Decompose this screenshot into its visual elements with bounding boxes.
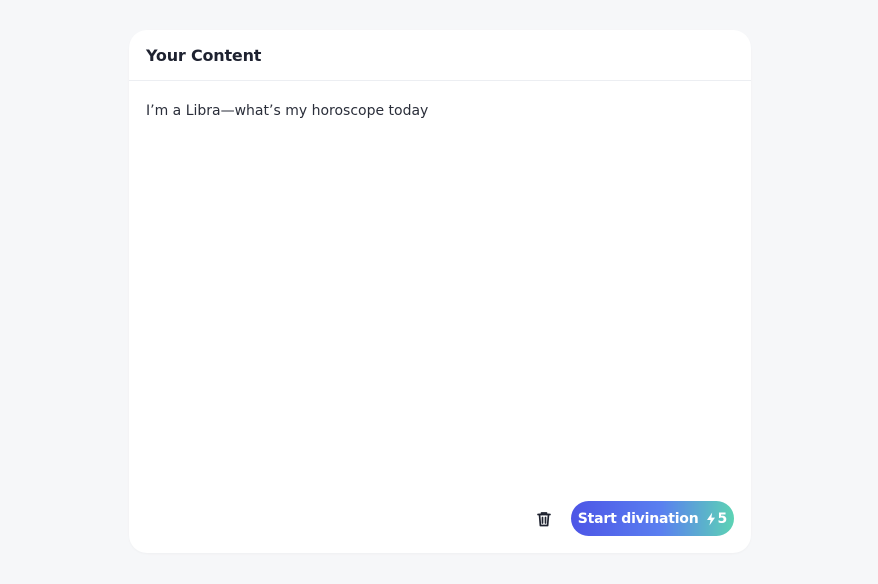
start-divination-label: Start divination (577, 510, 699, 527)
content-panel: Your Content I’m a Libra—what’s my horos… (129, 30, 751, 553)
panel-title: Your Content (146, 45, 262, 65)
trash-icon (537, 512, 551, 527)
cost-badge: 5 (706, 510, 728, 527)
cost-value: 5 (717, 510, 728, 527)
start-divination-button[interactable]: Start divination 5 (571, 501, 734, 536)
panel-header: Your Content (129, 30, 751, 81)
content-input[interactable]: I’m a Libra—what’s my horoscope today (146, 101, 734, 481)
lightning-icon (706, 512, 715, 525)
clear-button[interactable] (533, 508, 555, 530)
